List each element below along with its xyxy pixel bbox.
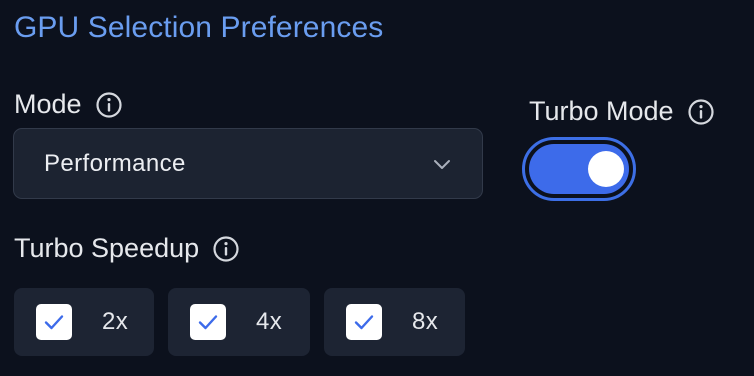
toggle-knob	[588, 151, 624, 187]
mode-label-group: Mode	[14, 89, 123, 120]
page-title: GPU Selection Preferences	[14, 11, 384, 44]
turbo-speedup-label-group: Turbo Speedup	[14, 233, 240, 264]
option-label: 8x	[412, 308, 439, 335]
chevron-down-icon	[434, 159, 450, 169]
checkbox[interactable]	[190, 304, 226, 340]
speedup-option-8x[interactable]: 8x	[324, 288, 465, 356]
turbo-mode-label-group: Turbo Mode	[529, 96, 715, 127]
mode-select[interactable]: Performance	[13, 128, 483, 199]
check-icon	[354, 315, 374, 330]
speedup-option-4x[interactable]: 4x	[168, 288, 310, 356]
turbo-speedup-label: Turbo Speedup	[14, 233, 200, 263]
turbo-mode-toggle[interactable]	[522, 137, 636, 201]
checkbox[interactable]	[346, 304, 382, 340]
check-icon	[44, 315, 64, 330]
info-icon[interactable]	[212, 235, 240, 263]
option-label: 2x	[102, 308, 129, 335]
mode-label: Mode	[14, 89, 82, 119]
info-icon[interactable]	[687, 98, 715, 126]
toggle-track	[529, 144, 629, 194]
turbo-speedup-options: 2x 4x 8x	[14, 288, 465, 356]
mode-select-value: Performance	[44, 149, 186, 177]
check-icon	[198, 315, 218, 330]
info-icon[interactable]	[95, 91, 123, 119]
checkbox[interactable]	[36, 304, 72, 340]
turbo-mode-label: Turbo Mode	[529, 96, 674, 126]
option-label: 4x	[256, 308, 283, 335]
gpu-preferences-panel: GPU Selection Preferences Mode Performan…	[0, 0, 754, 376]
speedup-option-2x[interactable]: 2x	[14, 288, 154, 356]
